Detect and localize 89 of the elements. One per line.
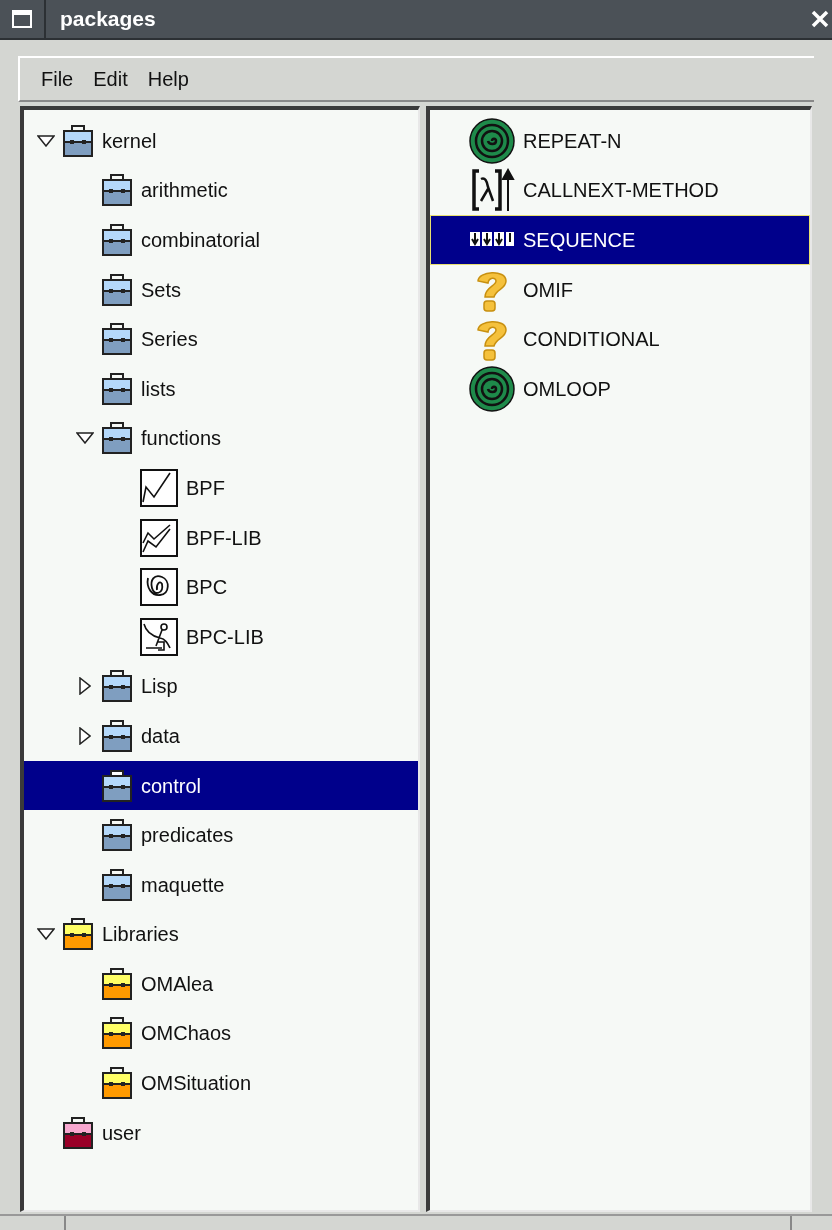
item-label: Lisp [141,674,178,700]
tree-item[interactable]: Series [24,314,418,364]
function-graph-icon [140,568,178,607]
item-label: OMAlea [141,971,214,997]
menu-item[interactable]: Edit [84,64,137,94]
briefcase-icon [101,323,133,356]
item-label: BPF-LIB [186,525,262,551]
item-label: BPC-LIB [186,624,264,650]
item-label: BPF [186,475,225,501]
spiral-icon [469,365,515,412]
item-label: OMSituation [141,1071,252,1097]
item-label: functions [141,426,222,452]
window-menu-icon[interactable] [12,10,32,28]
menu-item[interactable]: File [32,64,83,94]
tree-item[interactable]: OMChaos [24,1008,418,1059]
tree-item[interactable]: Lisp [24,661,418,712]
briefcase-icon [101,769,133,802]
collapse-triangle-icon[interactable] [76,432,94,445]
tree-item[interactable]: BPF-LIB [24,512,418,563]
item-label: REPEAT-N [523,128,622,154]
item-label: arithmetic [141,178,228,204]
item-label: CALLNEXT-METHOD [523,178,719,204]
spiral-icon [469,117,515,164]
close-icon[interactable] [810,9,830,29]
lambda-arrow-icon [469,167,515,214]
tree-item[interactable]: functions [24,413,418,464]
item-label: Sets [141,277,182,303]
item-label: data [141,723,180,749]
function-graph-icon [140,617,178,656]
item-label: Series [141,327,198,353]
item-label: BPC [186,575,228,601]
function-graph-icon [140,468,178,507]
tree-item[interactable]: arithmetic [24,165,418,216]
item-label: control [141,773,202,799]
tree-item[interactable]: predicates [24,810,418,860]
window-title: packages [60,6,156,33]
item-label: CONDITIONAL [523,327,660,353]
tree-item[interactable]: OMSituation [24,1058,418,1108]
briefcase-icon [101,224,133,256]
briefcase-icon [62,124,94,157]
briefcase-icon [101,819,133,852]
list-item[interactable]: OMIF [430,264,810,315]
expand-triangle-icon[interactable] [79,726,91,745]
tree-item[interactable]: lists [24,363,418,414]
list-item[interactable]: REPEAT-N [430,116,810,166]
briefcase-icon [101,273,133,306]
list-item[interactable]: OMLOOP [430,363,810,414]
briefcase-icon [101,174,133,207]
function-graph-icon [140,518,178,557]
briefcase-icon [101,967,133,1000]
tree-item[interactable]: combinatorial [24,215,418,265]
tree-item[interactable]: maquette [24,859,418,910]
tree-item[interactable]: OMAlea [24,959,418,1009]
item-label: kernel [102,128,157,154]
tree-item[interactable]: Libraries [24,909,418,960]
item-label: combinatorial [141,228,260,253]
tree-item[interactable]: BPC [24,562,418,612]
item-label: lists [141,376,176,402]
menu-item[interactable]: Help [138,64,198,94]
item-label: predicates [141,823,234,849]
tree-item[interactable]: user [24,1107,418,1158]
briefcase-icon [62,918,94,951]
expand-triangle-icon[interactable] [79,677,91,696]
briefcase-icon [101,1017,133,1050]
briefcase-icon [62,1116,94,1149]
item-label: SEQUENCE [523,228,636,253]
item-label: OMLOOP [523,376,611,402]
list-item[interactable]: SEQUENCE [430,215,810,265]
tree-item[interactable]: kernel [24,116,418,166]
list-item[interactable]: CALLNEXT-METHOD [430,165,810,216]
tree-item[interactable]: BPF [24,463,418,513]
item-label: user [102,1120,141,1146]
list-item[interactable]: CONDITIONAL [430,314,810,364]
briefcase-icon [101,372,133,405]
item-label: OMChaos [141,1021,232,1047]
item-label: maquette [141,872,225,898]
briefcase-icon [101,670,133,703]
tree-item[interactable]: data [24,711,418,761]
collapse-triangle-icon[interactable] [37,134,55,147]
item-label: Libraries [102,922,179,948]
tree-item[interactable]: control [24,760,418,811]
briefcase-icon [101,719,133,752]
item-label: OMIF [523,277,573,303]
collapse-triangle-icon[interactable] [37,928,55,941]
briefcase-icon [101,1067,133,1100]
tree-item[interactable]: Sets [24,264,418,315]
tree-item[interactable]: BPC-LIB [24,611,418,662]
briefcase-icon [101,868,133,901]
briefcase-icon [101,422,133,455]
